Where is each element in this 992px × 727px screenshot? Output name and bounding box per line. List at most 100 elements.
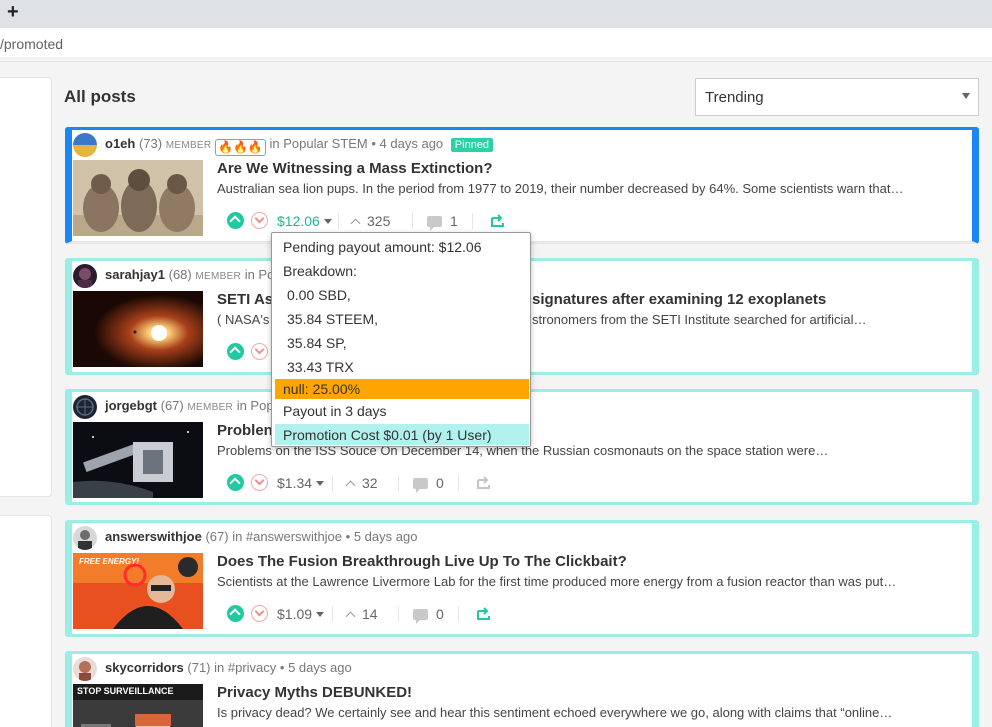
vote-count: 14 — [362, 606, 378, 622]
voters-button[interactable]: 325 — [350, 211, 391, 231]
breakdown-sbd: 0.00 SBD, — [287, 287, 351, 303]
avatar[interactable] — [73, 657, 97, 681]
breakdown-sp: 35.84 SP, — [287, 335, 347, 351]
sidebar-panel — [0, 77, 52, 497]
voters-button[interactable]: 14 — [345, 604, 378, 624]
pinned-badge: Pinned — [450, 138, 494, 152]
avatar[interactable] — [73, 526, 97, 550]
downvote-icon[interactable] — [251, 343, 268, 360]
author-reputation: (67) — [205, 529, 229, 544]
resteem-icon[interactable] — [476, 607, 491, 620]
divider — [338, 213, 339, 229]
post-excerpt-continued[interactable]: stronomers from the SETI Institute searc… — [532, 312, 867, 327]
member-label: MEMBER — [195, 271, 242, 282]
feed-heading: All posts — [64, 87, 136, 106]
sort-selected-value: Trending — [705, 89, 764, 106]
caret-down-icon — [316, 481, 325, 486]
avatar[interactable] — [73, 264, 97, 288]
comments-button[interactable]: 0 — [413, 604, 444, 624]
author-reputation: (68) — [168, 267, 192, 282]
author-name[interactable]: o1eh — [105, 136, 135, 151]
post-header: jorgebgt (67) MEMBER in Popu — [105, 398, 281, 413]
post-thumbnail[interactable] — [73, 160, 203, 236]
downvote-icon[interactable] — [251, 605, 268, 622]
post-excerpt[interactable]: Scientists at the Lawrence Livermore Lab… — [217, 574, 957, 589]
post-card[interactable]: o1eh (73) MEMBER 🔥🔥🔥 in Popular STEM • 4… — [65, 127, 979, 244]
resteem-icon[interactable] — [476, 476, 491, 489]
payout-value: $12.06 — [277, 213, 320, 229]
chevron-down-icon — [962, 93, 970, 99]
post-thumbnail[interactable]: STOP SURVEILLANCE — [73, 684, 203, 727]
comment-icon — [427, 216, 442, 231]
payout-dropdown[interactable]: $1.09 — [277, 604, 325, 624]
author-reputation: (67) — [160, 398, 184, 413]
post-title[interactable]: SETI As — [217, 291, 273, 308]
comments-button[interactable]: 0 — [413, 473, 444, 493]
avatar[interactable] — [73, 133, 97, 157]
comment-count: 1 — [450, 213, 458, 229]
comments-button[interactable]: 1 — [427, 211, 458, 231]
post-title[interactable]: Does The Fusion Breakthrough Live Up To … — [217, 553, 627, 570]
community-link[interactable]: in #answerswithjoe — [232, 529, 342, 544]
new-tab-button[interactable]: + — [7, 1, 19, 23]
post-excerpt[interactable]: Australian sea lion pups. In the period … — [217, 181, 957, 196]
member-label: MEMBER — [187, 402, 234, 413]
post-age: • 4 days ago — [371, 136, 444, 151]
url-text[interactable]: /promoted — [0, 36, 63, 52]
author-name[interactable]: answerswithjoe — [105, 529, 202, 544]
avatar[interactable] — [73, 395, 97, 419]
post-title[interactable]: Problen — [217, 422, 273, 439]
pending-payout: Pending payout amount: $12.06 — [283, 239, 482, 255]
post-card[interactable]: skycorridors (71) in #privacy • 5 days a… — [65, 651, 979, 727]
sort-select[interactable]: Trending — [695, 78, 979, 116]
chevron-up-icon — [345, 611, 356, 622]
post-header: o1eh (73) MEMBER 🔥🔥🔥 in Popular STEM • 4… — [105, 136, 494, 156]
upvote-icon[interactable] — [227, 343, 244, 360]
post-title[interactable]: Are We Witnessing a Mass Extinction? — [217, 160, 492, 177]
divider — [332, 606, 333, 622]
comment-count: 0 — [436, 606, 444, 622]
vote-count: 325 — [367, 213, 391, 229]
voters-button[interactable]: 32 — [345, 473, 378, 493]
divider — [398, 606, 399, 622]
breakdown-trx: 33.43 TRX — [287, 359, 354, 375]
upvote-icon[interactable] — [227, 474, 244, 491]
community-link[interactable]: in Popular STEM — [270, 136, 368, 151]
downvote-icon[interactable] — [251, 474, 268, 491]
comment-count: 0 — [436, 475, 444, 491]
upvote-icon[interactable] — [227, 212, 244, 229]
divider — [398, 475, 399, 491]
post-thumbnail[interactable]: FREE ENERGY! — [73, 553, 203, 629]
author-name[interactable]: skycorridors — [105, 660, 184, 675]
post-title-continued[interactable]: signatures after examining 12 exoplanets — [532, 291, 826, 308]
post-title[interactable]: Privacy Myths DEBUNKED! — [217, 684, 412, 701]
fire-badge-icon: 🔥🔥🔥 — [215, 139, 266, 156]
chevron-up-icon — [350, 218, 361, 229]
author-name[interactable]: jorgebgt — [105, 398, 157, 413]
payout-dropdown[interactable]: $1.34 — [277, 473, 325, 493]
post-age: • 5 days ago — [279, 660, 352, 675]
post-thumbnail[interactable] — [73, 422, 203, 498]
post-thumbnail[interactable] — [73, 291, 203, 367]
payout-dropdown[interactable]: $12.06 — [277, 211, 332, 231]
post-header: skycorridors (71) in #privacy • 5 days a… — [105, 660, 352, 675]
downvote-icon[interactable] — [251, 212, 268, 229]
payout-in: Payout in 3 days — [283, 403, 387, 419]
caret-down-icon — [323, 219, 332, 224]
promotion-cost: Promotion Cost $0.01 (by 1 User) — [283, 427, 492, 443]
comment-icon — [413, 609, 428, 624]
divider — [412, 213, 413, 229]
post-card[interactable]: answerswithjoe (67) in #answerswithjoe •… — [65, 520, 979, 637]
resteem-icon[interactable] — [490, 214, 505, 227]
community-link[interactable]: in #privacy — [214, 660, 276, 675]
author-reputation: (71) — [187, 660, 211, 675]
post-age: • 5 days ago — [345, 529, 418, 544]
member-label: MEMBER — [165, 140, 212, 151]
post-excerpt[interactable]: Is privacy dead? We certainly see and he… — [217, 705, 957, 720]
upvote-icon[interactable] — [227, 605, 244, 622]
divider — [458, 606, 459, 622]
browser-tab-bar: + — [0, 0, 992, 28]
address-bar[interactable]: /promoted — [0, 28, 992, 62]
author-reputation: (73) — [138, 136, 163, 151]
author-name[interactable]: sarahjay1 — [105, 267, 165, 282]
